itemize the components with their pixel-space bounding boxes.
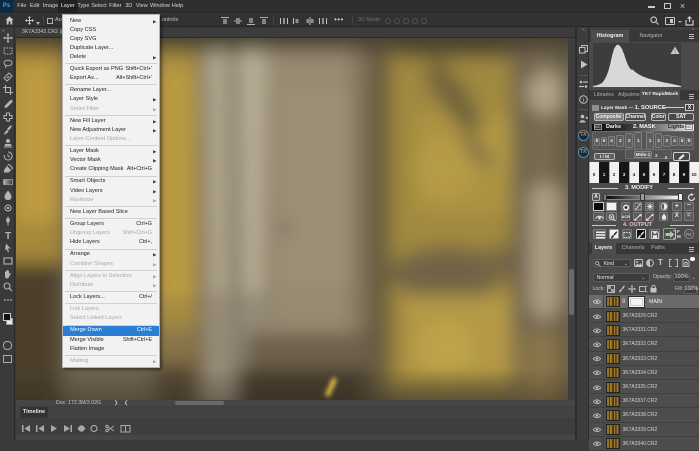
- svg-text:T: T: [5, 231, 11, 240]
